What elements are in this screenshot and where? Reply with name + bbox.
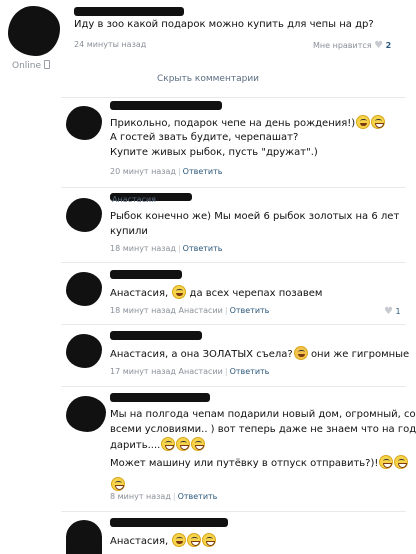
- comment-6-avatar[interactable]: [66, 520, 102, 554]
- comment-4-author-redacted[interactable]: [110, 331, 202, 340]
- laughing-emoji-icon: [111, 477, 125, 491]
- comment-4-reply-link[interactable]: Ответить: [230, 367, 270, 376]
- comment-3-author-redacted[interactable]: [110, 270, 182, 279]
- heart-icon: ♥: [374, 40, 384, 51]
- post-text: Иду в зоо какой подарок можно купить для…: [74, 19, 374, 30]
- post-like-count: 2: [385, 41, 392, 50]
- comment-5-author-redacted[interactable]: [110, 393, 210, 402]
- comment-5-reply-link[interactable]: Ответить: [178, 492, 218, 501]
- laughing-emoji-icon: [161, 437, 176, 451]
- post-author-name-redacted[interactable]: [74, 7, 184, 16]
- comment-6-author-redacted[interactable]: [110, 518, 228, 527]
- post-time[interactable]: 24 минуты назад: [74, 40, 146, 49]
- comment-2-avatar[interactable]: [66, 198, 102, 232]
- comment-divider: [61, 97, 406, 98]
- comment-5-line-3: дарить....: [110, 437, 206, 453]
- comment-1-time[interactable]: 20 минут назад: [110, 167, 176, 176]
- comment-3-meta: 18 минут назад Анастасии | Ответить: [110, 306, 270, 315]
- comment-2-line-1: Рыбок конечно же) Мы моей 6 рыбок золоты…: [110, 211, 400, 222]
- comment-divider: [61, 324, 406, 325]
- heart-icon: ♥: [384, 306, 393, 317]
- comment-4-meta: 17 минут назад Анастасии | Ответить: [110, 367, 270, 376]
- comment-3-time[interactable]: 18 минут назад Анастасии: [110, 306, 223, 315]
- online-label: Online: [12, 61, 42, 71]
- comment-2-line-2: купили: [110, 226, 148, 237]
- comment-1-line-2: А гостей звать будите, черепашат?: [110, 132, 299, 143]
- comment-5-avatar[interactable]: [66, 396, 106, 432]
- comment-2-meta: 18 минут назад | Ответить: [110, 244, 223, 253]
- comment-5-line-4: Может машину или путёвку в отпуск отправ…: [110, 455, 409, 471]
- comment-2-tag: Анастасия: [112, 195, 156, 204]
- laughing-emoji-icon: [371, 115, 386, 129]
- smile-emoji-icon: [172, 533, 187, 547]
- comment-1-reply-link[interactable]: Ответить: [183, 167, 223, 176]
- laughing-emoji-icon: [394, 455, 409, 469]
- comment-5-smile-line: [110, 473, 125, 492]
- post-author-avatar[interactable]: [8, 6, 60, 56]
- comment-3-line-1: Анастасия, да всех черепах позавем: [110, 285, 322, 301]
- comment-divider: [61, 262, 406, 263]
- comment-divider: [61, 386, 406, 387]
- comment-3-likes[interactable]: ♥ 1: [384, 306, 401, 317]
- comment-divider: [61, 187, 406, 188]
- comment-5-time[interactable]: 8 минут назад: [110, 492, 171, 501]
- comment-1-line-1: Прикольно, подарок чепе на день рождения…: [110, 115, 386, 131]
- comment-5-line-2: всеми условиями.. ) вот теперь даже не з…: [110, 424, 416, 435]
- comment-2-reply-link[interactable]: Ответить: [183, 244, 223, 253]
- smile-emoji-icon: [356, 115, 371, 129]
- post-like-area[interactable]: Мне нравится ♥ 2: [313, 40, 391, 51]
- comment-4-line-1: Анастасия, а она ЗОЛАТЫХ съела? они же г…: [110, 346, 409, 362]
- comment-3-avatar[interactable]: [66, 272, 102, 306]
- comment-4-avatar[interactable]: [66, 334, 102, 368]
- comment-divider: [61, 511, 406, 512]
- smile-emoji-icon: [172, 285, 187, 299]
- laughing-emoji-icon: [202, 533, 217, 547]
- comment-5-line-1: Мы на полгода чепам подарили новый дом, …: [110, 409, 416, 420]
- comment-3-reply-link[interactable]: Ответить: [230, 306, 270, 315]
- comment-1-author-redacted[interactable]: [110, 101, 222, 110]
- laughing-emoji-icon: [191, 437, 206, 451]
- comment-3-like-count: 1: [395, 307, 401, 316]
- comment-2-time[interactable]: 18 минут назад: [110, 244, 176, 253]
- phone-icon: [43, 60, 50, 69]
- comment-6-line-1: Анастасия,: [110, 533, 217, 549]
- comment-1-avatar[interactable]: [66, 106, 102, 140]
- post-like-label: Мне нравится: [313, 41, 372, 50]
- laughing-emoji-icon: [187, 533, 202, 547]
- laughing-emoji-icon: [176, 437, 191, 451]
- surprised-emoji-icon: [293, 346, 308, 360]
- comment-1-line-3: Купите живых рыбок, пусть "дружат".): [110, 147, 318, 158]
- laughing-emoji-icon: [379, 455, 394, 469]
- comment-1-meta: 20 минут назад | Ответить: [110, 167, 223, 176]
- hide-comments-link[interactable]: Скрыть комментарии: [0, 74, 416, 84]
- online-status: Online: [12, 60, 50, 71]
- comment-5-meta: 8 минут назад | Ответить: [110, 492, 218, 501]
- comment-4-time[interactable]: 17 минут назад Анастасии: [110, 367, 223, 376]
